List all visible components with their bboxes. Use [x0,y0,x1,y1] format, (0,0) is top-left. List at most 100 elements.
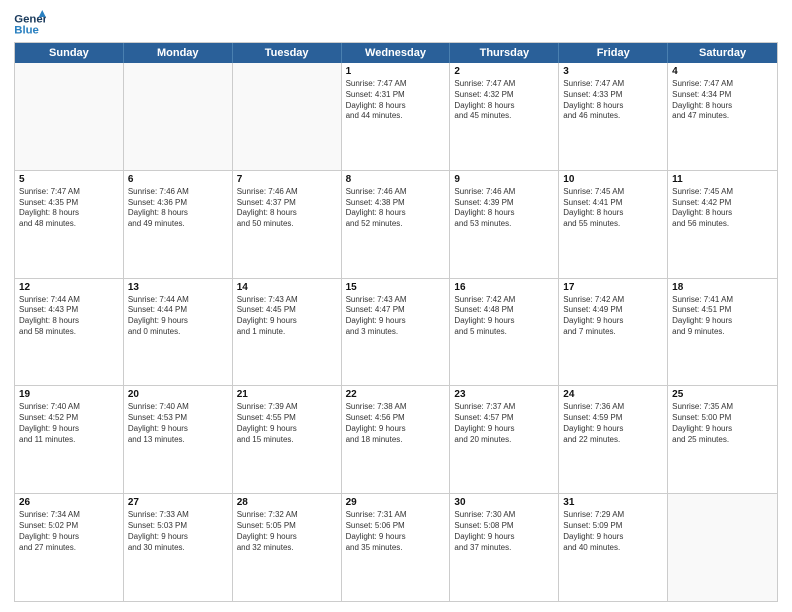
day-number: 12 [19,282,119,293]
calendar: SundayMondayTuesdayWednesdayThursdayFrid… [14,42,778,602]
calendar-cell-5-5: 30 Sunrise: 7:30 AMSunset: 5:08 PMDayligh… [450,494,559,601]
cell-info: Sunrise: 7:40 AMSunset: 4:52 PMDaylight:… [19,402,119,445]
cell-info: Sunrise: 7:42 AMSunset: 4:48 PMDaylight:… [454,295,554,338]
cell-info: Sunrise: 7:46 AMSunset: 4:37 PMDaylight:… [237,187,337,230]
day-number: 1 [346,66,446,77]
cell-info: Sunrise: 7:32 AMSunset: 5:05 PMDaylight:… [237,510,337,553]
calendar-cell-3-2: 13Sunrise: 7:44 AMSunset: 4:44 PMDayligh… [124,279,233,386]
header-day-thursday: Thursday [450,43,559,63]
calendar-cell-4-6: 24 Sunrise: 7:36 AMSunset: 4:59 PMDayligh… [559,386,668,493]
cell-info: Sunrise: 7:46 AMSunset: 4:39 PMDaylight:… [454,187,554,230]
cell-info: Sunrise: 7:35 AMSunset: 5:00 PMDaylight:… [672,402,773,445]
day-number: 28 [237,497,337,508]
header-day-tuesday: Tuesday [233,43,342,63]
header-day-saturday: Saturday [668,43,777,63]
calendar-cell-2-3: 7 Sunrise: 7:46 AMSunset: 4:37 PMDaylight… [233,171,342,278]
cell-info: Sunrise: 7:44 AMSunset: 4:44 PMDaylight:… [128,295,228,338]
calendar-cell-2-1: 5 Sunrise: 7:47 AMSunset: 4:35 PMDaylight… [15,171,124,278]
cell-info: Sunrise: 7:45 AMSunset: 4:42 PMDaylight:… [672,187,773,230]
day-number: 25 [672,389,773,400]
calendar-cell-3-1: 12 Sunrise: 7:44 AMSunset: 4:43 PMDayligh… [15,279,124,386]
day-number: 6 [128,174,228,185]
calendar-cell-1-1 [15,63,124,170]
day-number: 14 [237,282,337,293]
day-number: 20 [128,389,228,400]
header: General Blue [14,10,778,38]
calendar-cell-5-2: 27Sunrise: 7:33 AMSunset: 5:03 PMDayligh… [124,494,233,601]
cell-info: Sunrise: 7:38 AMSunset: 4:56 PMDaylight:… [346,402,446,445]
day-number: 24 [563,389,663,400]
calendar-cell-4-3: 21 Sunrise: 7:39 AMSunset: 4:55 PMDayligh… [233,386,342,493]
calendar-cell-2-7: 11 Sunrise: 7:45 AMSunset: 4:42 PMDayligh… [668,171,777,278]
header-day-friday: Friday [559,43,668,63]
header-day-wednesday: Wednesday [342,43,451,63]
calendar-cell-2-2: 6Sunrise: 7:46 AMSunset: 4:36 PMDaylight… [124,171,233,278]
cell-info: Sunrise: 7:44 AMSunset: 4:43 PMDaylight:… [19,295,119,338]
cell-info: Sunrise: 7:29 AMSunset: 5:09 PMDaylight:… [563,510,663,553]
cell-info: Sunrise: 7:39 AMSunset: 4:55 PMDaylight:… [237,402,337,445]
cell-info: Sunrise: 7:47 AMSunset: 4:31 PMDaylight:… [346,79,446,122]
calendar-cell-4-1: 19Sunrise: 7:40 AMSunset: 4:52 PMDayligh… [15,386,124,493]
day-number: 2 [454,66,554,77]
day-number: 27 [128,497,228,508]
cell-info: Sunrise: 7:40 AMSunset: 4:53 PMDaylight:… [128,402,228,445]
day-number: 23 [454,389,554,400]
day-number: 29 [346,497,446,508]
day-number: 16 [454,282,554,293]
calendar-cell-4-4: 22 Sunrise: 7:38 AMSunset: 4:56 PMDayligh… [342,386,451,493]
calendar-row-1: 1 Sunrise: 7:47 AMSunset: 4:31 PMDaylight… [15,63,777,171]
day-number: 26 [19,497,119,508]
calendar-cell-1-5: 2Sunrise: 7:47 AMSunset: 4:32 PMDaylight… [450,63,559,170]
cell-info: Sunrise: 7:36 AMSunset: 4:59 PMDaylight:… [563,402,663,445]
day-number: 7 [237,174,337,185]
cell-info: Sunrise: 7:41 AMSunset: 4:51 PMDaylight:… [672,295,773,338]
calendar-cell-1-3 [233,63,342,170]
day-number: 15 [346,282,446,293]
calendar-cell-3-4: 15 Sunrise: 7:43 AMSunset: 4:47 PMDayligh… [342,279,451,386]
calendar-cell-3-3: 14 Sunrise: 7:43 AMSunset: 4:45 PMDayligh… [233,279,342,386]
calendar-cell-3-5: 16 Sunrise: 7:42 AMSunset: 4:48 PMDayligh… [450,279,559,386]
calendar-cell-4-2: 20 Sunrise: 7:40 AMSunset: 4:53 PMDayligh… [124,386,233,493]
calendar-cell-2-6: 10Sunrise: 7:45 AMSunset: 4:41 PMDayligh… [559,171,668,278]
calendar-cell-4-7: 25 Sunrise: 7:35 AMSunset: 5:00 PMDayligh… [668,386,777,493]
calendar-cell-5-3: 28 Sunrise: 7:32 AMSunset: 5:05 PMDayligh… [233,494,342,601]
svg-text:Blue: Blue [14,25,39,37]
header-day-sunday: Sunday [15,43,124,63]
calendar-row-5: 26 Sunrise: 7:34 AMSunset: 5:02 PMDayligh… [15,494,777,601]
cell-info: Sunrise: 7:34 AMSunset: 5:02 PMDaylight:… [19,510,119,553]
calendar-row-3: 12 Sunrise: 7:44 AMSunset: 4:43 PMDayligh… [15,279,777,387]
calendar-cell-3-7: 18Sunrise: 7:41 AMSunset: 4:51 PMDayligh… [668,279,777,386]
day-number: 4 [672,66,773,77]
day-number: 22 [346,389,446,400]
cell-info: Sunrise: 7:45 AMSunset: 4:41 PMDaylight:… [563,187,663,230]
day-number: 30 [454,497,554,508]
cell-info: Sunrise: 7:30 AMSunset: 5:08 PMDaylight:… [454,510,554,553]
calendar-row-4: 19Sunrise: 7:40 AMSunset: 4:52 PMDayligh… [15,386,777,494]
cell-info: Sunrise: 7:47 AMSunset: 4:35 PMDaylight:… [19,187,119,230]
calendar-cell-5-7 [668,494,777,601]
day-number: 3 [563,66,663,77]
cell-info: Sunrise: 7:47 AMSunset: 4:33 PMDaylight:… [563,79,663,122]
calendar-cell-1-4: 1 Sunrise: 7:47 AMSunset: 4:31 PMDaylight… [342,63,451,170]
calendar-cell-2-4: 8Sunrise: 7:46 AMSunset: 4:38 PMDaylight… [342,171,451,278]
cell-info: Sunrise: 7:43 AMSunset: 4:47 PMDaylight:… [346,295,446,338]
day-number: 21 [237,389,337,400]
calendar-cell-4-5: 23 Sunrise: 7:37 AMSunset: 4:57 PMDayligh… [450,386,559,493]
cell-info: Sunrise: 7:31 AMSunset: 5:06 PMDaylight:… [346,510,446,553]
calendar-cell-5-4: 29 Sunrise: 7:31 AMSunset: 5:06 PMDayligh… [342,494,451,601]
calendar-cell-3-6: 17Sunrise: 7:42 AMSunset: 4:49 PMDayligh… [559,279,668,386]
calendar-cell-1-7: 4Sunrise: 7:47 AMSunset: 4:34 PMDaylight… [668,63,777,170]
calendar-cell-5-6: 31 Sunrise: 7:29 AMSunset: 5:09 PMDayligh… [559,494,668,601]
calendar-body: 1 Sunrise: 7:47 AMSunset: 4:31 PMDaylight… [15,63,777,601]
day-number: 9 [454,174,554,185]
day-number: 31 [563,497,663,508]
calendar-cell-5-1: 26 Sunrise: 7:34 AMSunset: 5:02 PMDayligh… [15,494,124,601]
day-number: 11 [672,174,773,185]
day-number: 17 [563,282,663,293]
page: General Blue SundayMondayTuesdayWednesda… [0,0,792,612]
calendar-cell-1-2 [124,63,233,170]
cell-info: Sunrise: 7:37 AMSunset: 4:57 PMDaylight:… [454,402,554,445]
cell-info: Sunrise: 7:43 AMSunset: 4:45 PMDaylight:… [237,295,337,338]
calendar-row-2: 5 Sunrise: 7:47 AMSunset: 4:35 PMDaylight… [15,171,777,279]
day-number: 5 [19,174,119,185]
